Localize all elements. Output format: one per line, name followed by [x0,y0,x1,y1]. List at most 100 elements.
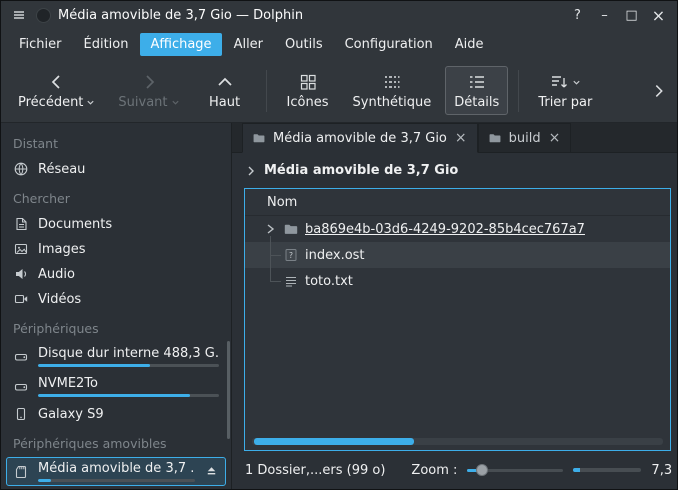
eject-icon[interactable] [204,464,219,479]
tab-label: build [509,131,541,146]
images-icon [13,241,29,257]
capacity-bar [38,479,195,482]
content-area: Distant Réseau Chercher Documents Images [1,123,677,489]
tab-close-icon[interactable]: × [454,130,468,146]
window-title: Média amovible de 3,7 Gio — Dolphin [58,8,303,23]
file-row-toto-txt[interactable]: toto.txt [245,268,670,294]
sidebar-item-label: Vidéos [38,292,81,307]
expand-chevron-icon[interactable] [263,222,277,236]
sidebar-item-media-amovible[interactable]: Média amovible de 3,7 ... [6,457,226,486]
sidebar-item-disque-dur[interactable]: Disque dur interne 488,3 G... [6,342,226,371]
menu-edition[interactable]: Édition [74,33,139,56]
menubar: Fichier Édition Affichage Aller Outils C… [1,29,677,59]
toolbar-overflow-button[interactable] [649,81,669,101]
column-header-row[interactable]: Nom [245,189,670,216]
scrollbar-thumb[interactable] [254,438,414,445]
tab-build[interactable]: build × [478,123,572,153]
toolbar-separator [266,70,267,112]
file-row-folder[interactable]: ba869e4b-03d6-4249-9202-85b4cec767a7 [245,216,670,242]
sidebar-item-nvme2to[interactable]: NVME2To [6,372,226,401]
tree-guide [270,281,281,282]
sidebar-item-label: Média amovible de 3,7 ... [38,461,195,476]
back-label: Précédent [18,96,83,109]
compact-view-button[interactable]: Synthétique [344,66,441,115]
audio-icon [13,266,29,282]
folder-icon [283,221,299,237]
sidebar-item-documents[interactable]: Documents [6,212,226,236]
hard-drive-icon [13,379,29,395]
chevron-down-icon [86,98,95,107]
icons-view-button[interactable]: Icônes [277,66,339,115]
compact-view-label: Synthétique [353,96,432,109]
tree-guide [270,236,271,281]
file-row-index-ost[interactable]: ? index.ost [245,242,670,268]
sidebar-item-label: Images [38,242,86,257]
zoom-slider-handle[interactable] [476,464,488,476]
menu-aller[interactable]: Aller [224,33,273,56]
sort-by-label: Trier par [538,96,592,109]
hard-drive-icon [13,349,29,365]
up-label: Haut [209,96,240,109]
menu-configuration[interactable]: Configuration [335,33,443,56]
chevron-down-icon [171,98,180,107]
file-rows: ba869e4b-03d6-4249-9202-85b4cec767a7 ? i… [245,216,670,294]
folder-icon [488,131,502,145]
tab-bar: Média amovible de 3,7 Gio × build × [232,123,677,153]
up-button[interactable]: Haut [194,66,256,115]
capacity-bar [38,364,219,367]
chevron-right-icon [650,82,668,100]
folder-icon [252,131,266,145]
videos-icon [13,291,29,307]
sidebar-item-videos[interactable]: Vidéos [6,287,226,311]
compact-view-icon [382,72,402,92]
text-file-icon [283,273,299,289]
sidebar-item-label: NVME2To [38,376,219,391]
close-button[interactable]: × [648,6,669,25]
view-empty-space[interactable] [245,294,670,450]
tabbar-spacer [232,123,242,153]
tree-guide [270,255,281,256]
unknown-file-icon: ? [283,247,299,263]
section-header-peripheriques: Périphériques [1,312,231,341]
file-name[interactable]: index.ost [305,248,365,263]
sidebar-scrollbar[interactable] [227,341,230,439]
zoom-slider[interactable] [467,463,563,477]
menu-fichier[interactable]: Fichier [9,33,72,56]
sidebar-item-reseau[interactable]: Réseau [6,157,226,181]
horizontal-scrollbar[interactable] [252,438,663,445]
menu-aide[interactable]: Aide [445,33,494,56]
menu-affichage[interactable]: Affichage [140,33,221,56]
hamburger-menu-icon[interactable] [9,5,29,25]
breadcrumb: Média amovible de 3,7 Gio [232,153,677,188]
file-view[interactable]: Nom ba869e4b-03d6- [244,188,671,451]
chevron-down-icon [572,78,581,87]
file-name[interactable]: toto.txt [305,274,353,289]
sidebar-item-label: Réseau [38,162,85,177]
sort-icon [549,72,569,92]
help-button[interactable]: ? [567,6,588,25]
details-view-button[interactable]: Détails [445,66,508,115]
sidebar-item-audio[interactable]: Audio [6,262,226,286]
minimize-button[interactable]: – [594,6,615,25]
status-bar: 1 Dossier,...ers (99 o) Zoom : 7,3 Gio l… [232,453,677,489]
back-button[interactable]: Précédent [9,66,104,115]
column-header-nom[interactable]: Nom [267,195,297,210]
zoom-label: Zoom : [411,463,457,478]
breadcrumb-current[interactable]: Média amovible de 3,7 Gio [264,163,458,178]
chevron-right-icon[interactable] [245,165,257,177]
details-view-icon [467,72,487,92]
sidebar-item-galaxy-s9[interactable]: Galaxy S9 [6,402,226,426]
sort-by-button[interactable]: Trier par [529,66,601,115]
menu-outils[interactable]: Outils [275,33,333,56]
places-panel: Distant Réseau Chercher Documents Images [1,123,232,489]
tab-media-amovible[interactable]: Média amovible de 3,7 Gio × [242,123,478,153]
tab-close-icon[interactable]: × [548,130,562,146]
maximize-button[interactable]: □ [621,6,642,25]
dolphin-window: Média amovible de 3,7 Gio — Dolphin ? – … [0,0,678,490]
file-name[interactable]: ba869e4b-03d6-4249-9202-85b4cec767a7 [305,222,585,237]
tabbar-spacer [571,123,677,153]
icons-view-label: Icônes [287,96,329,109]
titlebar[interactable]: Média amovible de 3,7 Gio — Dolphin ? – … [1,1,677,29]
sidebar-item-images[interactable]: Images [6,237,226,261]
forward-button[interactable]: Suivant [109,66,188,115]
